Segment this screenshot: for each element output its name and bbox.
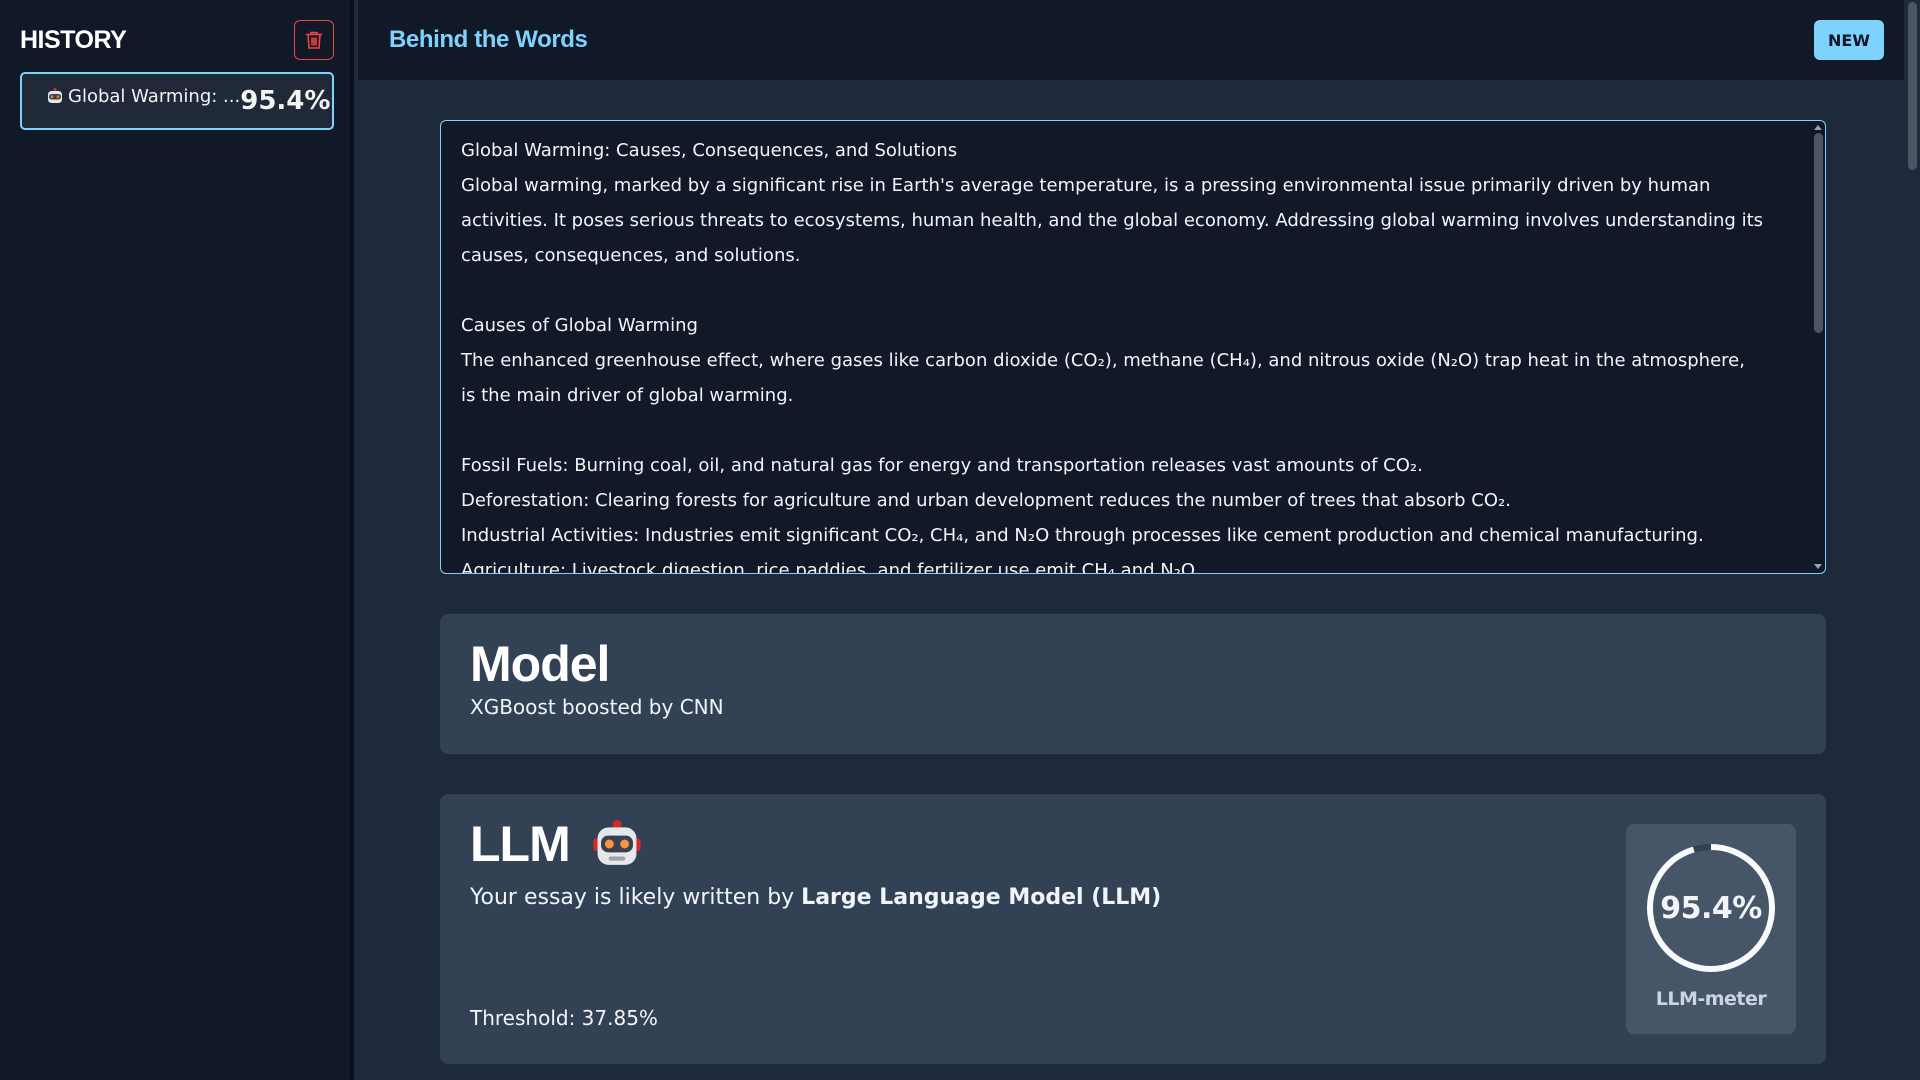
llm-result-card: LLM Your essay is likely written by Larg… — [440, 794, 1826, 1064]
llm-verdict: Your essay is likely written by Large La… — [470, 885, 1796, 910]
llm-verdict-prefix: Your essay is likely written by — [470, 884, 802, 910]
essay-textarea[interactable]: Global Warming: Causes, Consequences, an… — [440, 120, 1826, 574]
essay-content: Global Warming: Causes, Consequences, an… — [441, 121, 1825, 574]
threshold-text: Threshold: 37.85% — [470, 1006, 658, 1030]
app-title: Behind the Words — [389, 26, 588, 53]
llm-meter-value: 95.4% — [1660, 890, 1762, 926]
essay-line — [461, 413, 1765, 448]
page-scrollbar-thumb[interactable] — [1908, 2, 1917, 170]
essay-line: Fossil Fuels: Burning coal, oil, and nat… — [461, 455, 1423, 476]
model-name: XGBoost boosted by CNN — [470, 694, 724, 719]
model-card: Model XGBoost boosted by CNN — [440, 614, 1826, 754]
llm-heading-row: LLM — [470, 818, 1796, 871]
llm-verdict-model: Large Language Model (LLM) — [801, 884, 1162, 910]
robot-icon — [593, 820, 641, 866]
sidebar-header: HISTORY — [0, 0, 350, 80]
history-sidebar: HISTORY Global Warming: ... 95.4% — [0, 0, 354, 1080]
essay-line: Agriculture: Livestock digestion, rice p… — [461, 560, 1201, 574]
sidebar-title: HISTORY — [20, 25, 127, 54]
llm-meter-label: LLM-meter — [1655, 988, 1767, 1010]
scroll-up-arrow-icon[interactable] — [1814, 125, 1822, 130]
trash-icon — [305, 31, 323, 49]
llm-meter: 95.4% LLM-meter — [1626, 824, 1796, 1034]
essay-line: Global Warming: Causes, Consequences, an… — [461, 140, 958, 161]
robot-icon — [48, 88, 62, 103]
essay-scrollbar[interactable] — [1811, 121, 1825, 573]
history-item[interactable]: Global Warming: ... 95.4% — [20, 72, 334, 130]
model-heading: Model — [470, 636, 610, 692]
essay-line — [461, 273, 1765, 308]
history-item-title: Global Warming: ... — [68, 85, 241, 107]
page-scrollbar[interactable] — [1904, 0, 1920, 1080]
essay-line: Global warming, marked by a significant … — [461, 175, 1764, 266]
scroll-down-arrow-icon[interactable] — [1814, 564, 1822, 569]
new-button[interactable]: NEW — [1814, 20, 1884, 60]
essay-line: The enhanced greenhouse effect, where ga… — [461, 350, 1745, 406]
essay-line: Causes of Global Warming — [461, 315, 698, 336]
top-bar: Behind the Words NEW — [358, 0, 1904, 80]
essay-scrollbar-thumb[interactable] — [1814, 133, 1823, 333]
llm-heading: LLM — [470, 816, 571, 872]
llm-meter-ring: 95.4% — [1643, 840, 1779, 976]
essay-line: Industrial Activities: Industries emit s… — [461, 525, 1704, 546]
history-item-score: 95.4% — [240, 86, 331, 116]
clear-history-button[interactable] — [294, 20, 334, 60]
history-item-info: Global Warming: ... — [46, 86, 240, 107]
essay-line: Deforestation: Clearing forests for agri… — [461, 490, 1511, 511]
